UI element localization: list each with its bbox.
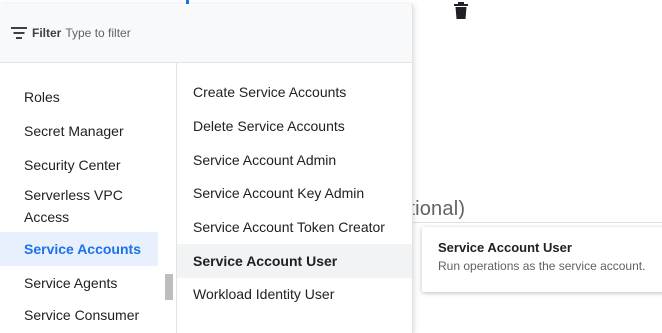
service-item-label: Serverless VPC Access (24, 187, 123, 225)
page: otional) Filter Roles Secret Manager Sec… (0, 0, 662, 333)
service-item-secret-manager[interactable]: Secret Manager (0, 117, 158, 145)
service-item-service-accounts[interactable]: Service Accounts (0, 232, 158, 266)
role-item-label: Service Account User (193, 253, 338, 269)
service-item-label: Service Consumer (24, 307, 140, 323)
role-item-label: Service Account Key Admin (193, 185, 365, 201)
service-item-label: Secret Manager (24, 123, 124, 139)
role-item-workload-identity-user[interactable]: Workload Identity User (177, 277, 412, 311)
service-item-service-consumer[interactable]: Service Consumer (0, 301, 158, 329)
filter-list-icon (11, 27, 27, 39)
role-description-title: Service Account User (438, 240, 572, 255)
filter-label: Filter (32, 26, 62, 40)
role-item-service-account-key-admin[interactable]: Service Account Key Admin (177, 176, 412, 210)
role-item-label: Service Account Token Creator (193, 219, 385, 235)
service-item-roles[interactable]: Roles (0, 83, 158, 111)
role-item-service-account-user[interactable]: Service Account User (177, 244, 412, 278)
service-item-serverless-vpc-access[interactable]: Serverless VPC Access (0, 181, 150, 231)
divider (412, 222, 662, 223)
service-item-label: Security Center (24, 157, 121, 173)
role-item-service-account-admin[interactable]: Service Account Admin (177, 143, 412, 177)
service-list-scrollbar[interactable] (165, 274, 173, 300)
role-item-service-account-token-creator[interactable]: Service Account Token Creator (177, 210, 412, 244)
service-list: Roles Secret Manager Security Center Ser… (0, 63, 177, 333)
service-item-label: Service Agents (24, 275, 118, 291)
role-description-text: Run operations as the service account. (438, 259, 646, 273)
service-item-service-agents[interactable]: Service Agents (0, 269, 158, 297)
role-list: Create Service Accounts Delete Service A… (177, 63, 412, 333)
role-item-label: Service Account Admin (193, 152, 337, 168)
service-item-label: Roles (24, 89, 60, 105)
filter-bar: Filter (0, 4, 412, 63)
service-item-label: Service Accounts (24, 241, 141, 257)
role-item-label: Create Service Accounts (193, 84, 347, 100)
filter-input[interactable] (65, 26, 266, 40)
role-description-tooltip: Service Account User Run operations as t… (422, 227, 662, 292)
role-picker-dropdown: Filter Roles Secret Manager Security Cen… (0, 4, 413, 333)
role-item-label: Delete Service Accounts (193, 118, 345, 134)
service-item-security-center[interactable]: Security Center (0, 151, 158, 179)
role-item-create-service-accounts[interactable]: Create Service Accounts (177, 75, 412, 109)
role-item-label: Workload Identity User (193, 286, 335, 302)
role-item-delete-service-accounts[interactable]: Delete Service Accounts (177, 109, 412, 143)
trash-icon[interactable] (452, 1, 470, 21)
